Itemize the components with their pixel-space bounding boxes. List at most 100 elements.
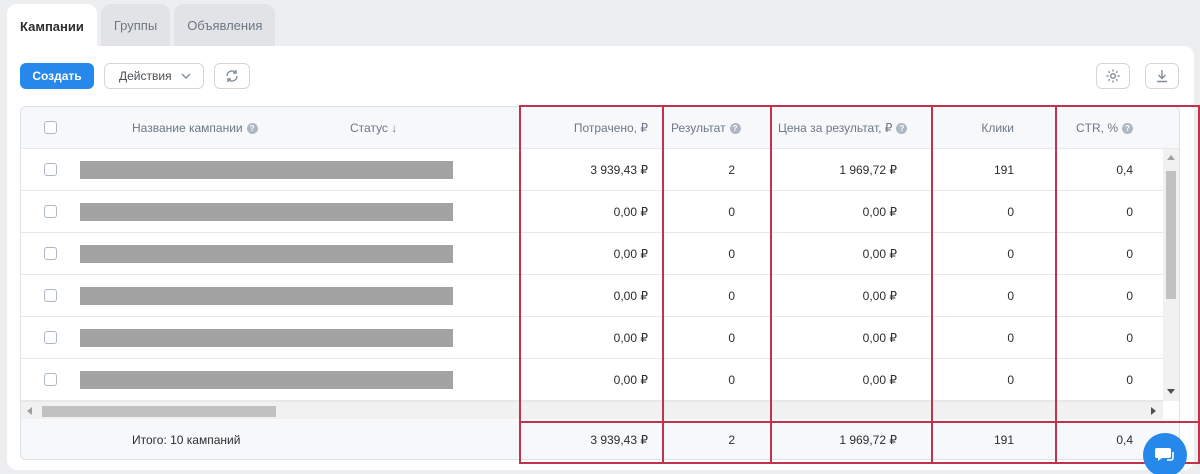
table-header: Название кампании ? Статус ↓ Потрачено, … [21, 107, 1179, 149]
total-spent: 3 939,43 ₽ [590, 433, 648, 447]
row-checkbox[interactable] [44, 163, 57, 176]
download-icon [1157, 70, 1167, 83]
cell-cost-per-result: 1 969,72 ₽ [839, 163, 897, 177]
vertical-scrollbar[interactable] [1163, 149, 1179, 401]
settings-button[interactable] [1096, 63, 1130, 89]
chevron-down-icon [181, 73, 191, 79]
row-checkbox[interactable] [44, 331, 57, 344]
cell-spent: 0,00 ₽ [613, 205, 648, 219]
row-checkbox[interactable] [44, 205, 57, 218]
cell-cost-per-result: 0,00 ₽ [862, 331, 897, 345]
tab-bar: Кампании Группы Объявления [7, 4, 276, 48]
table-row[interactable]: 0,00 ₽ 0 0,00 ₽ 0 0 [21, 275, 1163, 317]
tab-ads[interactable]: Объявления [174, 4, 276, 46]
cell-cost-per-result: 0,00 ₽ [862, 373, 897, 387]
cell-result: 0 [728, 247, 735, 261]
table-totals-row: Итого: 10 кампаний 3 939,43 ₽ 2 1 969,72… [21, 419, 1179, 459]
refresh-icon [226, 70, 238, 82]
cell-ctr: 0 [1126, 289, 1133, 303]
horizontal-scroll-thumb[interactable] [42, 406, 276, 417]
chat-button[interactable] [1143, 433, 1187, 474]
column-name-label: Название кампании [132, 121, 243, 135]
redacted-campaign-name [80, 161, 453, 179]
cell-spent: 3 939,43 ₽ [590, 163, 648, 177]
table-row[interactable]: 0,00 ₽ 0 0,00 ₽ 0 0 [21, 317, 1163, 359]
column-status-label: Статус ↓ [350, 121, 398, 135]
campaigns-panel: Создать Действия Название кампании ? Ста… [7, 46, 1194, 470]
cell-ctr: 0 [1126, 205, 1133, 219]
column-clicks[interactable]: Клики [933, 107, 1014, 149]
scroll-left-arrow-icon[interactable] [27, 407, 32, 415]
cell-clicks: 0 [1007, 373, 1014, 387]
cell-clicks: 0 [1007, 289, 1014, 303]
scroll-up-arrow-icon[interactable] [1167, 155, 1175, 160]
cell-ctr: 0 [1126, 331, 1133, 345]
column-ctr-label: CTR, % [1076, 121, 1118, 135]
create-button[interactable]: Создать [20, 63, 94, 89]
column-clicks-label: Клики [981, 121, 1014, 135]
scroll-down-arrow-icon[interactable] [1167, 389, 1175, 394]
cell-clicks: 0 [1007, 205, 1014, 219]
total-cost-per-result: 1 969,72 ₽ [839, 433, 897, 447]
table-row[interactable]: 0,00 ₽ 0 0,00 ₽ 0 0 [21, 359, 1163, 401]
refresh-button[interactable] [214, 63, 250, 89]
cell-result: 0 [728, 289, 735, 303]
row-checkbox[interactable] [44, 247, 57, 260]
column-result-label: Результат [671, 121, 726, 135]
cell-result: 0 [728, 373, 735, 387]
row-checkbox[interactable] [44, 373, 57, 386]
chat-icon [1155, 448, 1174, 461]
cell-clicks: 191 [993, 163, 1014, 177]
scroll-right-arrow-icon[interactable] [1151, 407, 1156, 415]
actions-label: Действия [119, 69, 172, 83]
totals-label: Итого: 10 кампаний [132, 433, 241, 447]
cell-result: 2 [728, 163, 735, 177]
help-icon[interactable]: ? [896, 122, 908, 134]
vertical-scroll-thumb[interactable] [1166, 171, 1176, 299]
help-icon[interactable]: ? [246, 122, 258, 134]
cell-spent: 0,00 ₽ [613, 289, 648, 303]
cell-spent: 0,00 ₽ [613, 247, 648, 261]
cell-cost-per-result: 0,00 ₽ [862, 289, 897, 303]
cell-result: 0 [728, 331, 735, 345]
campaigns-table: Название кампании ? Статус ↓ Потрачено, … [20, 106, 1180, 460]
cell-ctr: 0,4 [1116, 163, 1133, 177]
help-icon[interactable]: ? [1122, 122, 1133, 134]
row-checkbox[interactable] [44, 289, 57, 302]
cell-cost-per-result: 0,00 ₽ [862, 205, 897, 219]
cell-result: 0 [728, 205, 735, 219]
tab-campaigns[interactable]: Кампании [7, 4, 97, 48]
column-ctr[interactable]: CTR, % ? [1059, 107, 1133, 149]
total-ctr: 0,4 [1116, 433, 1133, 447]
column-spent[interactable]: Потрачено, ₽ [521, 107, 648, 149]
actions-dropdown[interactable]: Действия [104, 63, 204, 89]
table-row[interactable]: 0,00 ₽ 0 0,00 ₽ 0 0 [21, 191, 1163, 233]
table-row[interactable]: 3 939,43 ₽ 2 1 969,72 ₽ 191 0,4 [21, 149, 1163, 191]
cell-spent: 0,00 ₽ [613, 331, 648, 345]
help-icon[interactable]: ? [729, 122, 741, 134]
column-cost-per-result[interactable]: Цена за результат, ₽ ? [778, 107, 908, 149]
table-row[interactable]: 0,00 ₽ 0 0,00 ₽ 0 0 [21, 233, 1163, 275]
gear-icon [1106, 69, 1120, 83]
cell-clicks: 0 [1007, 331, 1014, 345]
download-button[interactable] [1145, 63, 1179, 89]
redacted-campaign-name [80, 329, 453, 347]
column-name[interactable]: Название кампании ? [132, 107, 258, 149]
redacted-campaign-name [80, 203, 453, 221]
redacted-campaign-name [80, 245, 453, 263]
total-result: 2 [728, 433, 735, 447]
column-result[interactable]: Результат ? [671, 107, 741, 149]
redacted-campaign-name [80, 287, 453, 305]
column-cpr-label: Цена за результат, ₽ [778, 121, 893, 135]
cell-ctr: 0 [1126, 247, 1133, 261]
column-status[interactable]: Статус ↓ [350, 107, 397, 149]
horizontal-scrollbar[interactable] [21, 401, 1163, 419]
cell-clicks: 0 [1007, 247, 1014, 261]
tab-groups[interactable]: Группы [100, 4, 171, 46]
cell-ctr: 0 [1126, 373, 1133, 387]
total-clicks: 191 [993, 433, 1014, 447]
cell-spent: 0,00 ₽ [613, 373, 648, 387]
select-all-checkbox[interactable] [44, 121, 57, 134]
redacted-campaign-name [80, 371, 453, 389]
cell-cost-per-result: 0,00 ₽ [862, 247, 897, 261]
